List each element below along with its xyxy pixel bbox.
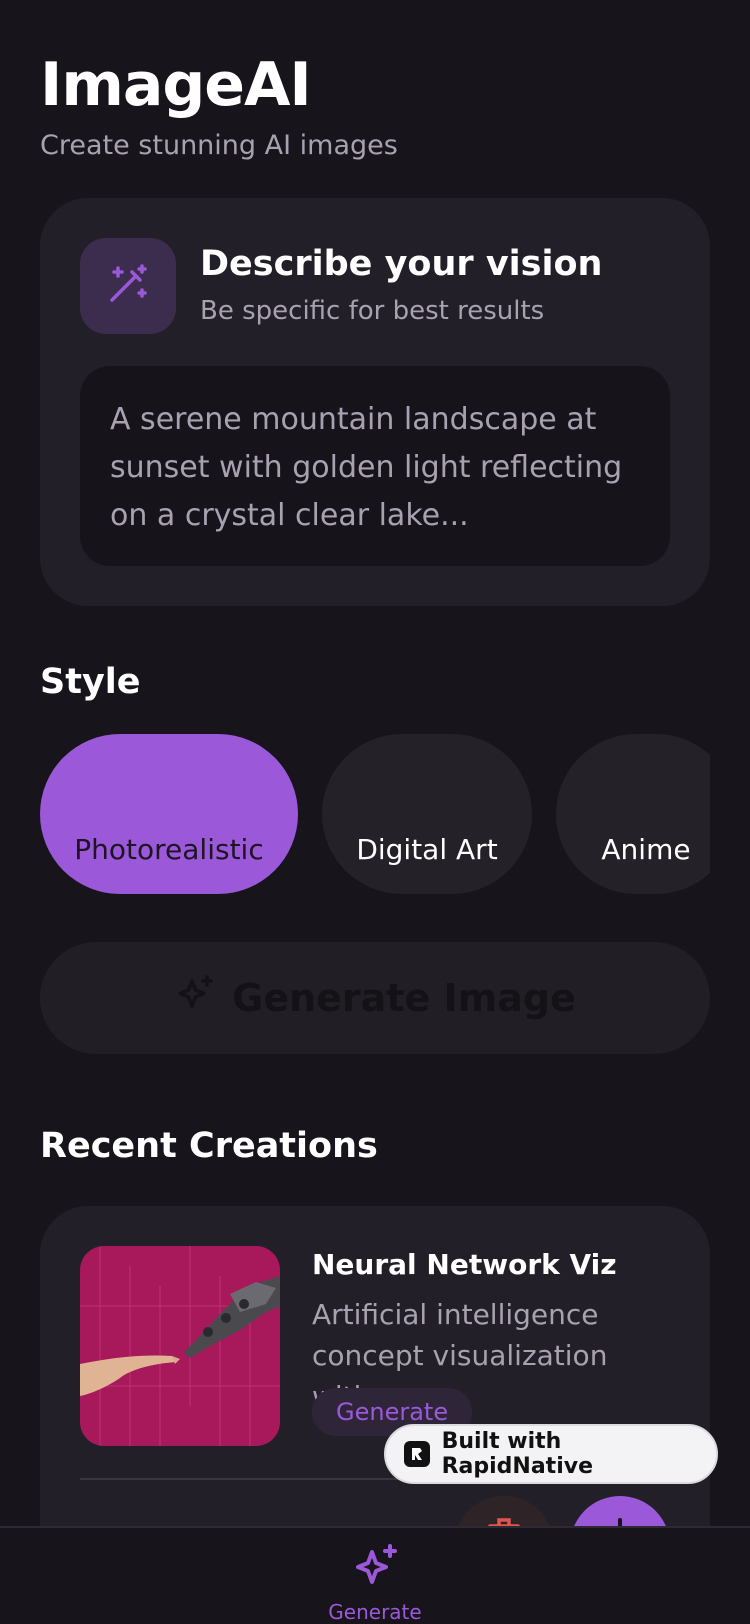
- creation-title: Neural Network Viz: [312, 1248, 617, 1281]
- app-subtitle: Create stunning AI images: [40, 130, 398, 161]
- rapidnative-logo-icon: [404, 1441, 430, 1467]
- generate-image-label: Generate Image: [232, 976, 576, 1020]
- app-title: ImageAI: [40, 50, 312, 120]
- prompt-icon-box: [80, 238, 176, 334]
- prompt-heading: Describe your vision: [200, 244, 603, 284]
- style-option-digital-art[interactable]: Digital Art: [322, 734, 532, 894]
- app-screen: ImageAI Create stunning AI images Descri…: [0, 0, 750, 1624]
- recent-creations-heading: Recent Creations: [40, 1126, 378, 1166]
- built-with-label: Built with RapidNative: [441, 1429, 593, 1479]
- style-option-anime[interactable]: Anime: [556, 734, 710, 894]
- prompt-hint: Be specific for best results: [200, 296, 545, 326]
- tab-generate-label: Generate: [328, 1600, 422, 1624]
- creation-thumbnail[interactable]: [80, 1246, 280, 1446]
- built-with-badge[interactable]: Built with RapidNative: [384, 1424, 718, 1484]
- sparkle-icon: [350, 1542, 400, 1596]
- style-option-photorealistic[interactable]: Photorealistic: [40, 734, 298, 894]
- style-options: Photorealistic Digital Art Anime: [40, 734, 710, 894]
- bottom-tab-bar: Generate: [0, 1526, 750, 1624]
- tab-generate[interactable]: Generate: [325, 1542, 425, 1624]
- prompt-card: Describe your vision Be specific for bes…: [40, 198, 710, 606]
- generate-image-button[interactable]: Generate Image: [40, 942, 710, 1054]
- magic-wand-icon: [104, 260, 152, 312]
- style-heading: Style: [40, 662, 141, 702]
- sparkle-icon: [174, 973, 216, 1024]
- prompt-input[interactable]: A serene mountain landscape at sunset wi…: [80, 366, 670, 566]
